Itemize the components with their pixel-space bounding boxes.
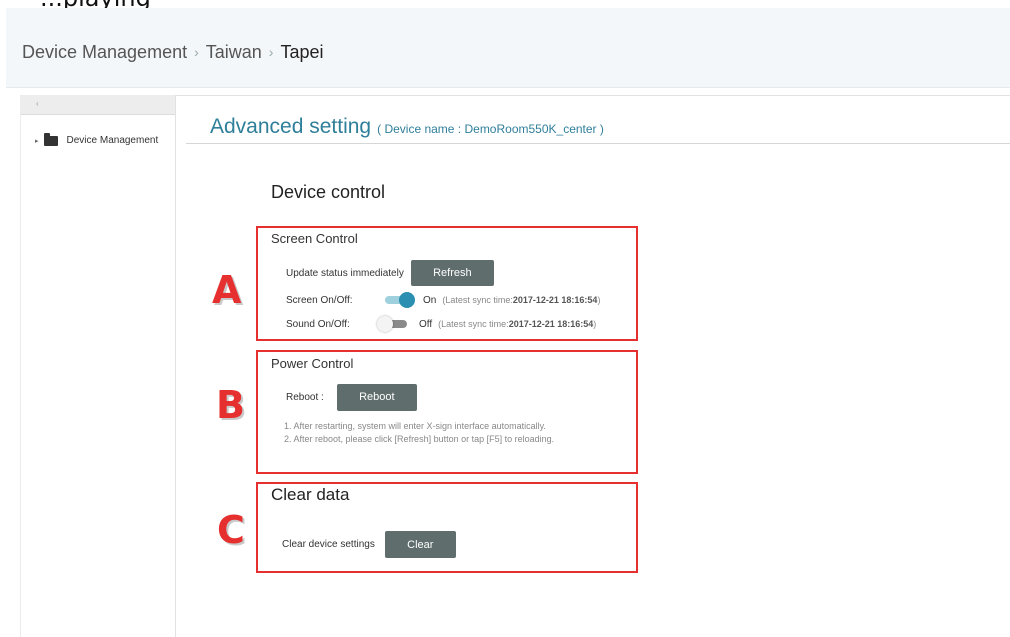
reboot-button[interactable]: Reboot xyxy=(336,383,417,411)
title-divider xyxy=(186,143,1010,144)
breadcrumb-separator: › xyxy=(268,44,274,60)
annotation-marker-c: C xyxy=(217,508,245,552)
sync-suffix: ) xyxy=(597,295,601,305)
annotation-marker-a: A xyxy=(212,268,242,312)
sound-state: Off xyxy=(419,318,433,330)
sound-onoff-row: Sound On/Off: Off (Latest sync time:2017… xyxy=(286,316,596,332)
device-control-heading: Device control xyxy=(271,182,386,202)
page-title-text: Advanced setting xyxy=(210,115,372,138)
breadcrumb: Device Management › Taiwan › Tapei xyxy=(22,40,324,64)
update-status-row: Update status immediately Refresh xyxy=(286,260,494,286)
content-divider xyxy=(176,95,1010,96)
reboot-note: 1. After restarting, system will enter X… xyxy=(284,421,546,431)
breadcrumb-item-taiwan[interactable]: Taiwan xyxy=(206,42,262,63)
sync-suffix: ) xyxy=(593,319,597,329)
sound-toggle[interactable] xyxy=(377,316,409,332)
clear-button[interactable]: Clear xyxy=(384,531,456,558)
sync-prefix: (Latest sync time: xyxy=(442,295,513,305)
screen-control-title: Screen Control xyxy=(271,231,358,246)
refresh-button[interactable]: Refresh xyxy=(410,260,494,286)
tree-item-device-management[interactable]: ▸ Device Management xyxy=(35,132,159,146)
reboot-note: 2. After reboot, please click [Refresh] … xyxy=(284,434,555,444)
screen-onoff-label: Screen On/Off: xyxy=(286,294,353,306)
breadcrumb-current: Tapei xyxy=(280,41,324,62)
sound-sync-time: (Latest sync time:2017-12-21 18:16:54) xyxy=(438,319,596,329)
device-name: ( Device name : DemoRoom550K_center ) xyxy=(377,122,604,136)
sidebar: ‹ ▸ Device Management xyxy=(20,95,176,637)
screen-toggle-knob xyxy=(399,292,415,308)
folder-icon xyxy=(43,132,58,146)
screen-toggle[interactable] xyxy=(383,292,415,308)
power-control-title: Power Control xyxy=(271,356,354,371)
clear-data-title: Clear data xyxy=(271,485,350,504)
reboot-label: Reboot : xyxy=(286,391,324,403)
breadcrumb-separator: › xyxy=(194,44,199,60)
reboot-row: Reboot : Reboot xyxy=(286,383,417,411)
breadcrumb-item-device-management[interactable]: Device Management xyxy=(22,42,187,63)
clear-label: Clear device settings xyxy=(282,539,375,550)
sidebar-collapse-button[interactable]: ‹ xyxy=(21,95,175,115)
page-title: Advanced setting ( Device name : DemoRoo… xyxy=(210,115,604,139)
screen-onoff-row: Screen On/Off: On (Latest sync time:2017… xyxy=(286,292,600,308)
caret-right-icon[interactable]: ▸ xyxy=(35,137,39,145)
update-status-label: Update status immediately xyxy=(286,267,404,279)
cut-off-heading-text: ...playing xyxy=(40,0,151,8)
collapse-icon: ‹ xyxy=(36,99,39,108)
sound-onoff-label: Sound On/Off: xyxy=(286,318,350,330)
clear-row: Clear device settings Clear xyxy=(282,531,456,558)
reboot-notes: 1. After restarting, system will enter X… xyxy=(284,420,554,446)
screen-sync-time: (Latest sync time:2017-12-21 18:16:54) xyxy=(442,295,600,305)
sync-prefix: (Latest sync time: xyxy=(438,319,509,329)
tree-item-label: Device Management xyxy=(66,135,159,146)
annotation-marker-b: B xyxy=(216,383,245,427)
sync-time-value: 2017-12-21 18:16:54 xyxy=(508,319,594,329)
sync-time-value: 2017-12-21 18:16:54 xyxy=(512,295,598,305)
sound-toggle-knob xyxy=(377,316,393,332)
cut-off-heading: ...playing xyxy=(40,0,151,8)
screen-state: On xyxy=(423,294,437,306)
